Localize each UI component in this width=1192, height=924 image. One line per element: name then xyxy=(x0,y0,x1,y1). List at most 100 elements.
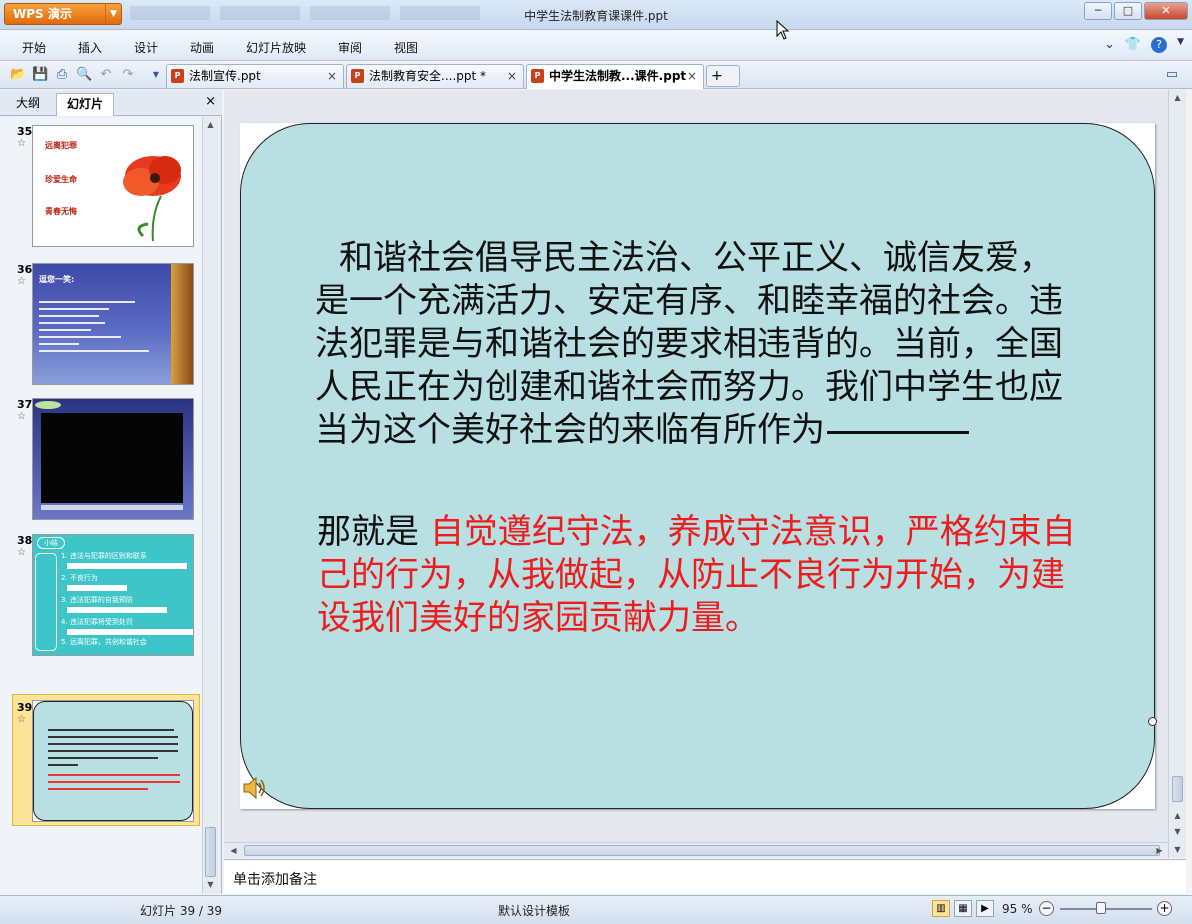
window-title: 中学生法制教育课课件.ppt xyxy=(524,9,668,23)
open-folder-icon[interactable]: 📂 xyxy=(10,67,26,83)
thumbnail-list: 35 ☆ 远离犯罪 珍爱生命 青春无悔 36 ☆ 逗您一笑: 37 ☆ 38 ☆… xyxy=(0,117,202,894)
close-tab-icon[interactable]: × xyxy=(687,65,697,87)
video-frame xyxy=(41,413,183,503)
scroll-left-icon[interactable]: ◀ xyxy=(226,843,241,858)
status-bar: 幻灯片 39 / 39 默认设计模板 ▥ ▦ ▶ 95 % − + xyxy=(0,895,1192,924)
slide-counter: 幻灯片 39 / 39 xyxy=(140,904,223,918)
save-icon[interactable]: 💾 xyxy=(32,67,48,83)
decorative-border xyxy=(171,264,193,384)
zoom-out-icon[interactable]: − xyxy=(1039,901,1054,916)
zoom-slider-knob[interactable] xyxy=(1096,902,1106,914)
menu-view[interactable]: 视图 xyxy=(394,39,418,56)
thumbnail-scrollbar[interactable]: ▲ ▼ xyxy=(202,117,218,894)
doc-tab-2[interactable]: P 法制教育安全....ppt * × xyxy=(346,64,524,88)
thumb-side-box xyxy=(35,553,57,651)
scroll-up-icon[interactable]: ▲ xyxy=(1170,90,1185,105)
thumb-item: 1. 违法与犯罪的区别和联系 xyxy=(61,552,147,560)
slide-paragraph-2[interactable]: 那就是 自觉遵纪守法，养成守法意识，严格约束自己的行为，从我做起，从防止不良行为… xyxy=(317,511,1087,640)
zoom-slider-track[interactable] xyxy=(1060,908,1152,910)
close-tab-icon[interactable]: × xyxy=(327,65,337,87)
slide-canvas[interactable]: 和谐社会倡导民主法治、公平正义、诚信友爱，是一个充满活力、安定有序、和睦幸福的社… xyxy=(240,123,1157,809)
notes-placeholder[interactable]: 单击添加备注 xyxy=(233,869,317,889)
mouse-cursor-icon xyxy=(776,20,790,40)
previous-slide-icon[interactable]: ▲ xyxy=(1170,808,1185,823)
resize-handle[interactable] xyxy=(1148,717,1157,726)
doc-tab-label: 法制教育安全....ppt * xyxy=(369,69,487,83)
close-panel-icon[interactable]: × xyxy=(205,94,216,109)
slides-panel: 大纲 幻灯片 × 35 ☆ 远离犯罪 珍爱生命 青春无悔 36 ☆ 逗您一笑: xyxy=(0,90,222,894)
thumb-item: 5. 远离犯罪，共创和谐社会 xyxy=(61,638,147,646)
scroll-up-icon[interactable]: ▲ xyxy=(203,117,218,132)
thumb-item: 2. 不良行为 xyxy=(61,574,98,582)
ppt-file-icon: P xyxy=(531,69,544,83)
quick-toolbar: 📂 💾 ⎙ 🔍 ↶ ↷ ▼ P 法制宣传.ppt × P 法制教育安全....p… xyxy=(0,62,1192,102)
print-icon[interactable]: ⎙ xyxy=(54,67,70,83)
star-icon: ☆ xyxy=(17,411,26,422)
customize-toolbar-icon[interactable]: ▼ xyxy=(148,67,164,83)
plus-icon: + xyxy=(711,68,723,84)
doc-tab-3-active[interactable]: P 中学生法制教...课件.ppt × xyxy=(526,64,704,89)
menu-animation[interactable]: 动画 xyxy=(190,39,214,56)
slide-horizontal-scrollbar[interactable]: ◀ ▶ xyxy=(224,842,1168,858)
rounded-rectangle-shape[interactable] xyxy=(240,123,1155,809)
redo-icon[interactable]: ↷ xyxy=(120,67,136,83)
restore-pane-icon[interactable]: ▭ xyxy=(1164,67,1180,83)
doc-tab-label: 法制宣传.ppt xyxy=(189,69,261,83)
notes-pane[interactable]: 单击添加备注 xyxy=(224,859,1186,894)
slide-vertical-scrollbar[interactable]: ▲ ▲ ▼ ▼ xyxy=(1168,90,1186,858)
zoom-in-icon[interactable]: + xyxy=(1157,901,1172,916)
underline-dash xyxy=(827,430,969,434)
scrollbar-thumb[interactable] xyxy=(244,845,1160,856)
slide-sorter-icon[interactable]: ▦ xyxy=(954,900,972,917)
slide-thumb-37[interactable] xyxy=(32,398,194,520)
speaker-icon[interactable] xyxy=(241,775,267,801)
menu-review[interactable]: 审阅 xyxy=(338,39,362,56)
thumb-number: 35 xyxy=(17,125,33,138)
tab-outline[interactable]: 大纲 xyxy=(6,93,50,116)
slide-thumb-35[interactable]: 远离犯罪 珍爱生命 青春无悔 xyxy=(32,125,194,247)
video-controls xyxy=(41,505,183,510)
star-icon: ☆ xyxy=(17,276,26,287)
skin-shirt-icon[interactable]: 👕 xyxy=(1125,37,1141,53)
scroll-down-icon[interactable]: ▼ xyxy=(203,877,218,892)
minimize-button[interactable]: ─ xyxy=(1084,2,1112,20)
title-bar: WPS 演示 ▼ 中学生法制教育课课件.ppt ─ □ ✕ xyxy=(0,0,1192,30)
thumb-item: 4. 违法犯罪将受到处罚 xyxy=(61,618,133,626)
slide-thumb-38[interactable]: 小结 1. 违法与犯罪的区别和联系 2. 不良行为 3. 违法犯罪的自我预防 4… xyxy=(32,534,194,656)
star-icon: ☆ xyxy=(17,138,26,149)
close-window-button[interactable]: ✕ xyxy=(1144,2,1188,20)
scroll-down-icon[interactable]: ▼ xyxy=(1170,842,1185,857)
menu-slideshow[interactable]: 幻灯片放映 xyxy=(246,39,306,56)
scroll-right-icon[interactable]: ▶ xyxy=(1152,843,1167,858)
slideshow-view-icon[interactable]: ▶ xyxy=(976,900,994,917)
lead-text: 那就是 xyxy=(317,512,419,552)
slide-thumb-39-selected[interactable] xyxy=(32,700,194,822)
scrollbar-thumb[interactable] xyxy=(205,827,216,877)
print-preview-icon[interactable]: 🔍 xyxy=(76,67,92,83)
thumb-text-lines xyxy=(48,724,180,795)
menu-home[interactable]: 开始 xyxy=(22,39,46,56)
poppy-flower-image xyxy=(123,156,181,242)
doc-tab-1[interactable]: P 法制宣传.ppt × xyxy=(166,64,344,88)
star-icon: ☆ xyxy=(17,714,26,725)
thumb-number: 37 xyxy=(17,398,33,411)
menu-design[interactable]: 设计 xyxy=(134,39,158,56)
thumb-body-lines xyxy=(39,296,149,357)
normal-view-icon[interactable]: ▥ xyxy=(932,900,950,917)
thumb-text: 远离犯罪 xyxy=(45,141,77,150)
thumb-badge: 小结 xyxy=(37,537,65,549)
new-tab-button[interactable]: + ▼ xyxy=(706,65,740,102)
close-tab-icon[interactable]: × xyxy=(507,65,517,87)
tab-slides[interactable]: 幻灯片 xyxy=(56,93,115,116)
menu-insert[interactable]: 插入 xyxy=(78,39,102,56)
menu-bar: 开始 插入 设计 动画 幻灯片放映 审阅 视图 ⌄ 👕 ? ▼ xyxy=(0,31,1192,61)
next-slide-icon[interactable]: ▼ xyxy=(1170,824,1185,839)
chevron-down-icon[interactable]: ⌄ xyxy=(1104,37,1115,53)
chevron-down-icon[interactable]: ▼ xyxy=(1177,37,1184,53)
slide-thumb-36[interactable]: 逗您一笑: xyxy=(32,263,194,385)
help-icon[interactable]: ? xyxy=(1151,37,1168,53)
slide-paragraph-1[interactable]: 和谐社会倡导民主法治、公平正义、诚信友爱，是一个充满活力、安定有序、和睦幸福的社… xyxy=(315,237,1075,452)
scrollbar-thumb[interactable] xyxy=(1172,776,1183,802)
undo-icon[interactable]: ↶ xyxy=(98,67,114,83)
maximize-button[interactable]: □ xyxy=(1114,2,1142,20)
